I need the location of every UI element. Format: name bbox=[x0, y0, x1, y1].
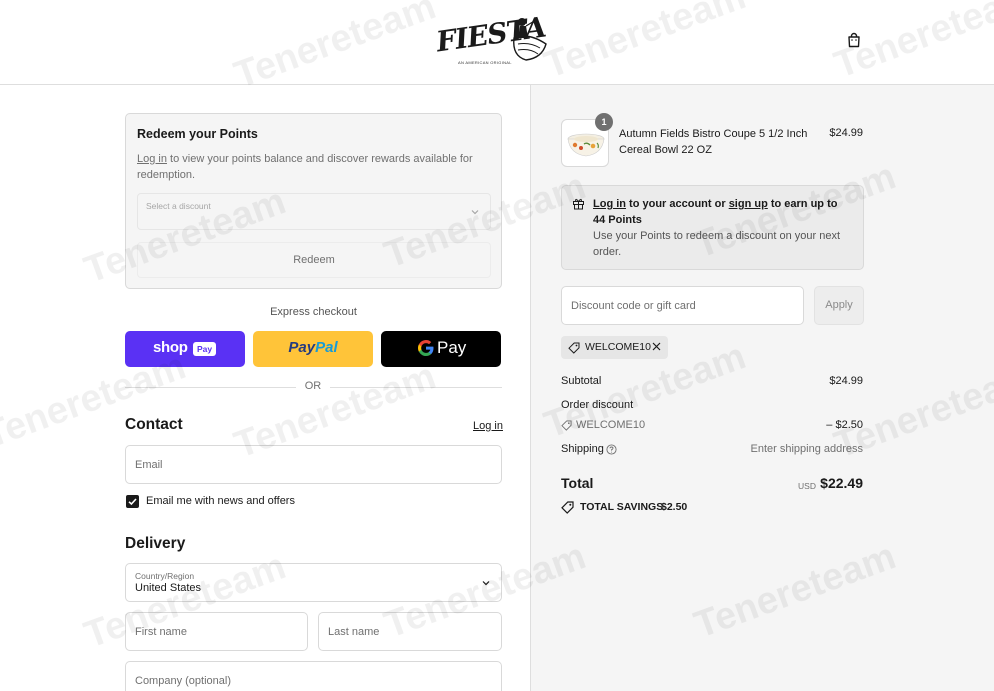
paypal-wordmark: PayPal bbox=[253, 339, 373, 356]
checkout-form-column: Redeem your Points Log in to view your p… bbox=[0, 85, 530, 691]
quantity-badge: 1 bbox=[595, 113, 613, 131]
applied-code-label: WELCOME10 bbox=[585, 341, 651, 353]
newsletter-label: Email me with news and offers bbox=[146, 495, 295, 507]
delivery-heading: Delivery bbox=[125, 535, 186, 552]
redeem-description: Log in to view your points balance and d… bbox=[137, 151, 477, 183]
last-name-field[interactable]: Last name bbox=[318, 612, 502, 651]
help-icon[interactable] bbox=[606, 444, 617, 455]
points-subtext: Use your Points to redeem a discount on … bbox=[593, 230, 841, 258]
shop-pay-wordmark: shop bbox=[153, 339, 188, 356]
product-name: Autumn Fields Bistro Coupe 5 1/2 Inch Ce… bbox=[619, 128, 808, 156]
total-value: $22.49 bbox=[820, 475, 863, 491]
chevron-down-icon bbox=[482, 581, 490, 586]
shipping-label: Shipping bbox=[561, 443, 604, 455]
first-name-field[interactable]: First name bbox=[125, 612, 308, 651]
email-field[interactable]: Email bbox=[125, 445, 502, 484]
checkmark-icon bbox=[128, 498, 137, 506]
contact-heading: Contact bbox=[125, 416, 183, 433]
dancer-figure-icon bbox=[513, 18, 547, 61]
paypal-pay: Pay bbox=[288, 339, 316, 356]
redeem-login-link[interactable]: Log in bbox=[137, 153, 167, 165]
checkout-header: FIESTA AN AMERICAN ORIGINAL bbox=[0, 0, 994, 85]
discount-select-placeholder: Select a discount bbox=[146, 201, 211, 211]
shipping-value: Enter shipping address bbox=[750, 443, 863, 455]
shop-pay-button[interactable]: shop Pay bbox=[125, 331, 245, 367]
country-label: Country/Region bbox=[135, 571, 195, 581]
shopping-bag-icon[interactable] bbox=[846, 32, 862, 48]
contact-login-link[interactable]: Log in bbox=[473, 420, 503, 432]
discount-code-placeholder: Discount code or gift card bbox=[571, 300, 696, 312]
points-signup-link[interactable]: sign up bbox=[729, 198, 768, 210]
points-middle-text: to your account or bbox=[626, 198, 729, 210]
email-placeholder: Email bbox=[135, 459, 163, 471]
subtotal-value: $24.99 bbox=[829, 375, 863, 387]
newsletter-checkbox[interactable] bbox=[126, 495, 139, 508]
fiesta-logo[interactable]: FIESTA AN AMERICAN ORIGINAL bbox=[434, 11, 552, 70]
company-placeholder: Company (optional) bbox=[135, 675, 231, 687]
gift-icon bbox=[573, 198, 584, 210]
total-currency: USD bbox=[798, 481, 816, 491]
total-savings-value: $2.50 bbox=[661, 501, 688, 513]
logo-tagline: AN AMERICAN ORIGINAL bbox=[458, 60, 512, 65]
points-earn-text: Log in to your account or sign up to ear… bbox=[593, 196, 848, 228]
savings-tag-icon bbox=[561, 501, 574, 514]
total-savings-label: TOTAL SAVINGS bbox=[580, 501, 664, 513]
country-value: United States bbox=[135, 582, 202, 594]
country-select[interactable]: Country/Region United States bbox=[125, 563, 502, 602]
paypal-pal: Pal bbox=[315, 339, 338, 356]
remove-discount-icon[interactable] bbox=[651, 341, 662, 352]
paypal-button[interactable]: PayPal bbox=[253, 331, 373, 367]
first-name-placeholder: First name bbox=[135, 626, 187, 638]
or-label: OR bbox=[296, 380, 330, 392]
order-summary-column: 1 Autumn Fields Bistro Coupe 5 1/2 Inch … bbox=[530, 85, 994, 691]
subtotal-label: Subtotal bbox=[561, 375, 602, 387]
discount-code-label: WELCOME10 bbox=[576, 419, 646, 431]
redeem-title: Redeem your Points bbox=[137, 127, 258, 141]
google-pay-label: Pay bbox=[437, 338, 467, 357]
shop-pay-badge: Pay bbox=[193, 342, 216, 356]
google-g-icon bbox=[418, 340, 434, 356]
points-banner: Log in to your account or sign up to ear… bbox=[561, 185, 864, 270]
express-checkout-label: Express checkout bbox=[270, 306, 357, 318]
redeem-description-text: to view your points balance and discover… bbox=[137, 153, 473, 181]
redeem-points-panel: Redeem your Points Log in to view your p… bbox=[125, 113, 502, 289]
total-label: Total bbox=[561, 475, 594, 491]
product-price: $24.99 bbox=[829, 127, 863, 139]
applied-discount-chip: WELCOME10 bbox=[561, 336, 668, 359]
discount-value: – $2.50 bbox=[826, 419, 863, 431]
chevron-down-icon bbox=[471, 210, 479, 215]
order-discount-label: Order discount bbox=[561, 399, 634, 411]
discount-select[interactable]: Select a discount bbox=[137, 193, 491, 230]
tag-icon bbox=[561, 420, 572, 431]
last-name-placeholder: Last name bbox=[328, 626, 380, 638]
tag-icon bbox=[568, 342, 580, 354]
apply-button[interactable]: Apply bbox=[814, 286, 864, 325]
points-login-link[interactable]: Log in bbox=[593, 198, 626, 210]
google-pay-button[interactable]: Pay bbox=[381, 331, 501, 367]
company-field[interactable]: Company (optional) bbox=[125, 661, 502, 691]
redeem-button[interactable]: Redeem bbox=[137, 242, 491, 278]
discount-code-input[interactable]: Discount code or gift card bbox=[561, 286, 804, 325]
